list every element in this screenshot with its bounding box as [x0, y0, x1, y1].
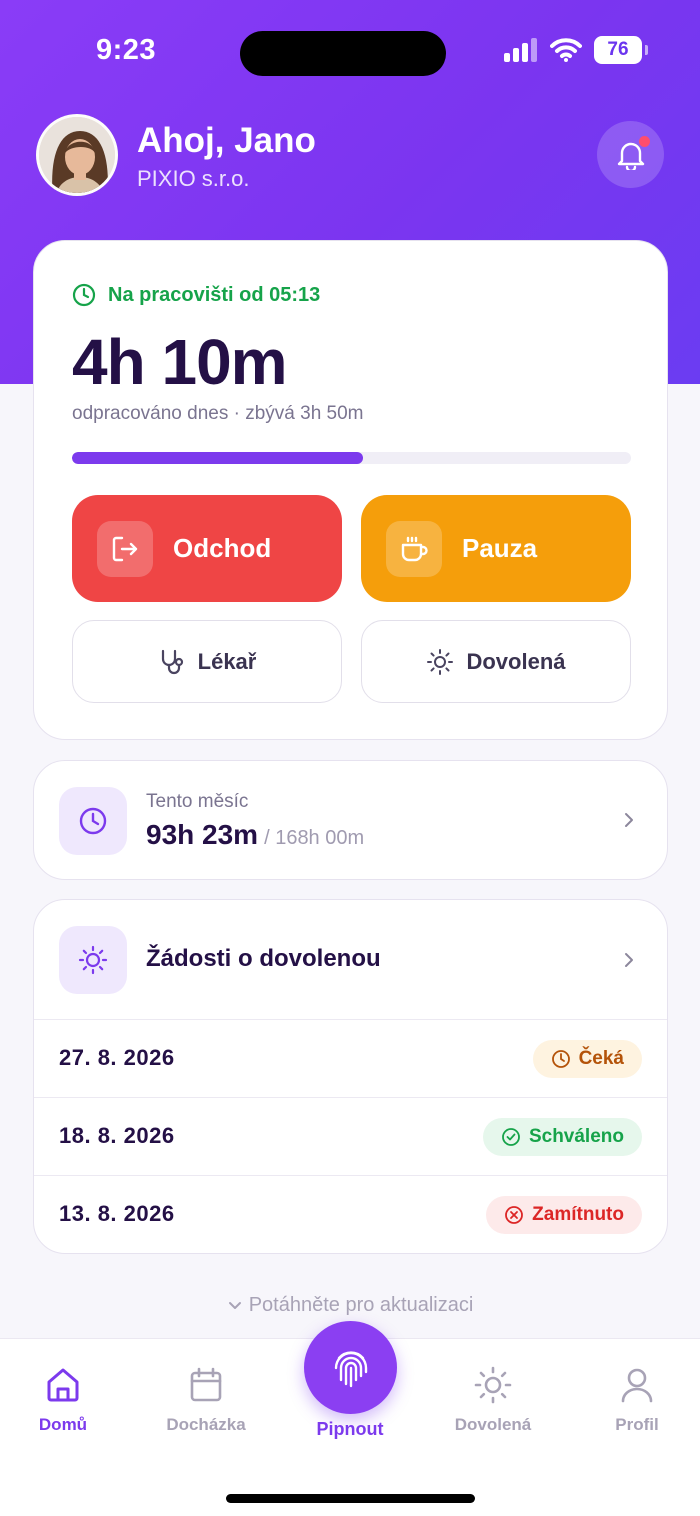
day-progress-bar [72, 452, 631, 464]
x-circle-icon [505, 1206, 524, 1224]
request-row[interactable]: 27. 8. 2026 Čeká [34, 1019, 667, 1097]
fingerprint-icon [334, 1350, 367, 1387]
doctor-label: Lékař [197, 648, 257, 674]
requests-icon-box [59, 926, 127, 994]
dynamic-island [240, 31, 446, 76]
request-row[interactable]: 13. 8. 2026 Zamítnuto [34, 1175, 667, 1253]
status-icons: 76 [504, 36, 648, 64]
stethoscope-icon [161, 649, 183, 674]
notification-dot [639, 136, 650, 147]
clock-icon [551, 1050, 570, 1068]
status-time: 9:23 [96, 34, 157, 66]
status-badge-pending: Čeká [532, 1040, 642, 1078]
request-date: 13. 8. 2026 [59, 1201, 175, 1226]
status-badge-rejected: Zamítnuto [486, 1196, 642, 1234]
notifications-button[interactable] [597, 121, 664, 188]
calendar-icon [190, 1367, 222, 1402]
month-worked: 93h 23m [146, 819, 259, 850]
vacation-label: Dovolená [466, 648, 566, 674]
battery-indicator: 76 [594, 36, 648, 64]
today-card: Na pracovišti od 05:13 4h 10m odpracován… [33, 240, 668, 740]
pull-to-refresh-hint: Potáhněte pro aktualizaci [0, 1294, 700, 1317]
chevron-right-icon [625, 953, 633, 967]
month-hours: 93h 23m / 168h 00m [146, 819, 364, 851]
request-date: 18. 8. 2026 [59, 1123, 175, 1148]
tab-vacation-label: Dovolená [454, 1415, 532, 1434]
user-icon [621, 1368, 653, 1403]
tab-profile-label: Profil [615, 1415, 659, 1434]
status-text: Schváleno [528, 1126, 624, 1147]
status-text: Čeká [578, 1048, 624, 1069]
tab-attendance-label: Docházka [166, 1415, 246, 1434]
clock-in-button[interactable] [304, 1321, 397, 1414]
clock-icon [72, 283, 96, 307]
vacation-requests-card: Žádosti o dovolenou 27. 8. 2026 Čeká 18.… [33, 899, 668, 1254]
request-date: 27. 8. 2026 [59, 1045, 175, 1070]
tab-home-label: Domů [38, 1415, 88, 1434]
month-card[interactable]: Tento měsíc 93h 23m / 168h 00m [33, 760, 668, 880]
status-text: Zamítnuto [532, 1204, 624, 1225]
exit-icon [97, 520, 153, 577]
chevron-down-icon [228, 1301, 241, 1309]
request-row[interactable]: 18. 8. 2026 Schváleno [34, 1097, 667, 1175]
home-icon [47, 1368, 79, 1402]
company-name: PIXIO s.r.o. [137, 166, 250, 191]
requests-title: Žádosti o dovolenou [146, 945, 381, 972]
vacation-button[interactable]: Dovolená [361, 620, 631, 703]
check-circle-icon [502, 1128, 520, 1146]
tab-bar: Domů Docházka Pipnout Dovolená Profil [0, 1321, 700, 1516]
day-progress-fill [72, 452, 363, 464]
signal-icon [504, 38, 537, 62]
tab-attendance[interactable]: Docházka [146, 1365, 266, 1435]
wifi-icon [550, 38, 582, 62]
sun-icon [78, 945, 108, 975]
leave-label: Odchod [173, 533, 272, 563]
sun-icon [427, 648, 454, 675]
status-badge-approved: Schváleno [482, 1118, 642, 1156]
doctor-button[interactable]: Lékař [72, 620, 342, 703]
pause-button[interactable]: Pauza [361, 495, 631, 602]
tab-home[interactable]: Domů [3, 1365, 123, 1435]
vacation-requests-header[interactable]: Žádosti o dovolenou [34, 900, 667, 1019]
tab-vacation[interactable]: Dovolená [433, 1365, 553, 1435]
worked-subtitle: odpracováno dnes · zbývá 3h 50m [72, 403, 364, 424]
worked-today: 4h 10m [72, 326, 288, 398]
pull-hint-text: Potáhněte pro aktualizaci [248, 1294, 474, 1316]
avatar[interactable] [36, 114, 118, 196]
workplace-status: Na pracovišti od 05:13 [72, 283, 320, 307]
greeting: Ahoj, Jano [137, 121, 316, 160]
month-label: Tento měsíc [146, 791, 249, 812]
month-icon-box [59, 787, 127, 855]
pause-label: Pauza [462, 533, 538, 563]
leave-button[interactable]: Odchod [72, 495, 342, 602]
coffee-icon [386, 520, 442, 577]
chevron-right-icon [625, 813, 633, 827]
home-indicator [226, 1494, 475, 1503]
workplace-status-text: Na pracovišti od 05:13 [108, 283, 321, 306]
month-total: / 168h 00m [264, 827, 365, 849]
tab-clock-label: Pipnout [316, 1419, 384, 1439]
sun-icon [474, 1366, 512, 1404]
clock-icon [79, 807, 107, 835]
tab-profile[interactable]: Profil [577, 1365, 697, 1435]
